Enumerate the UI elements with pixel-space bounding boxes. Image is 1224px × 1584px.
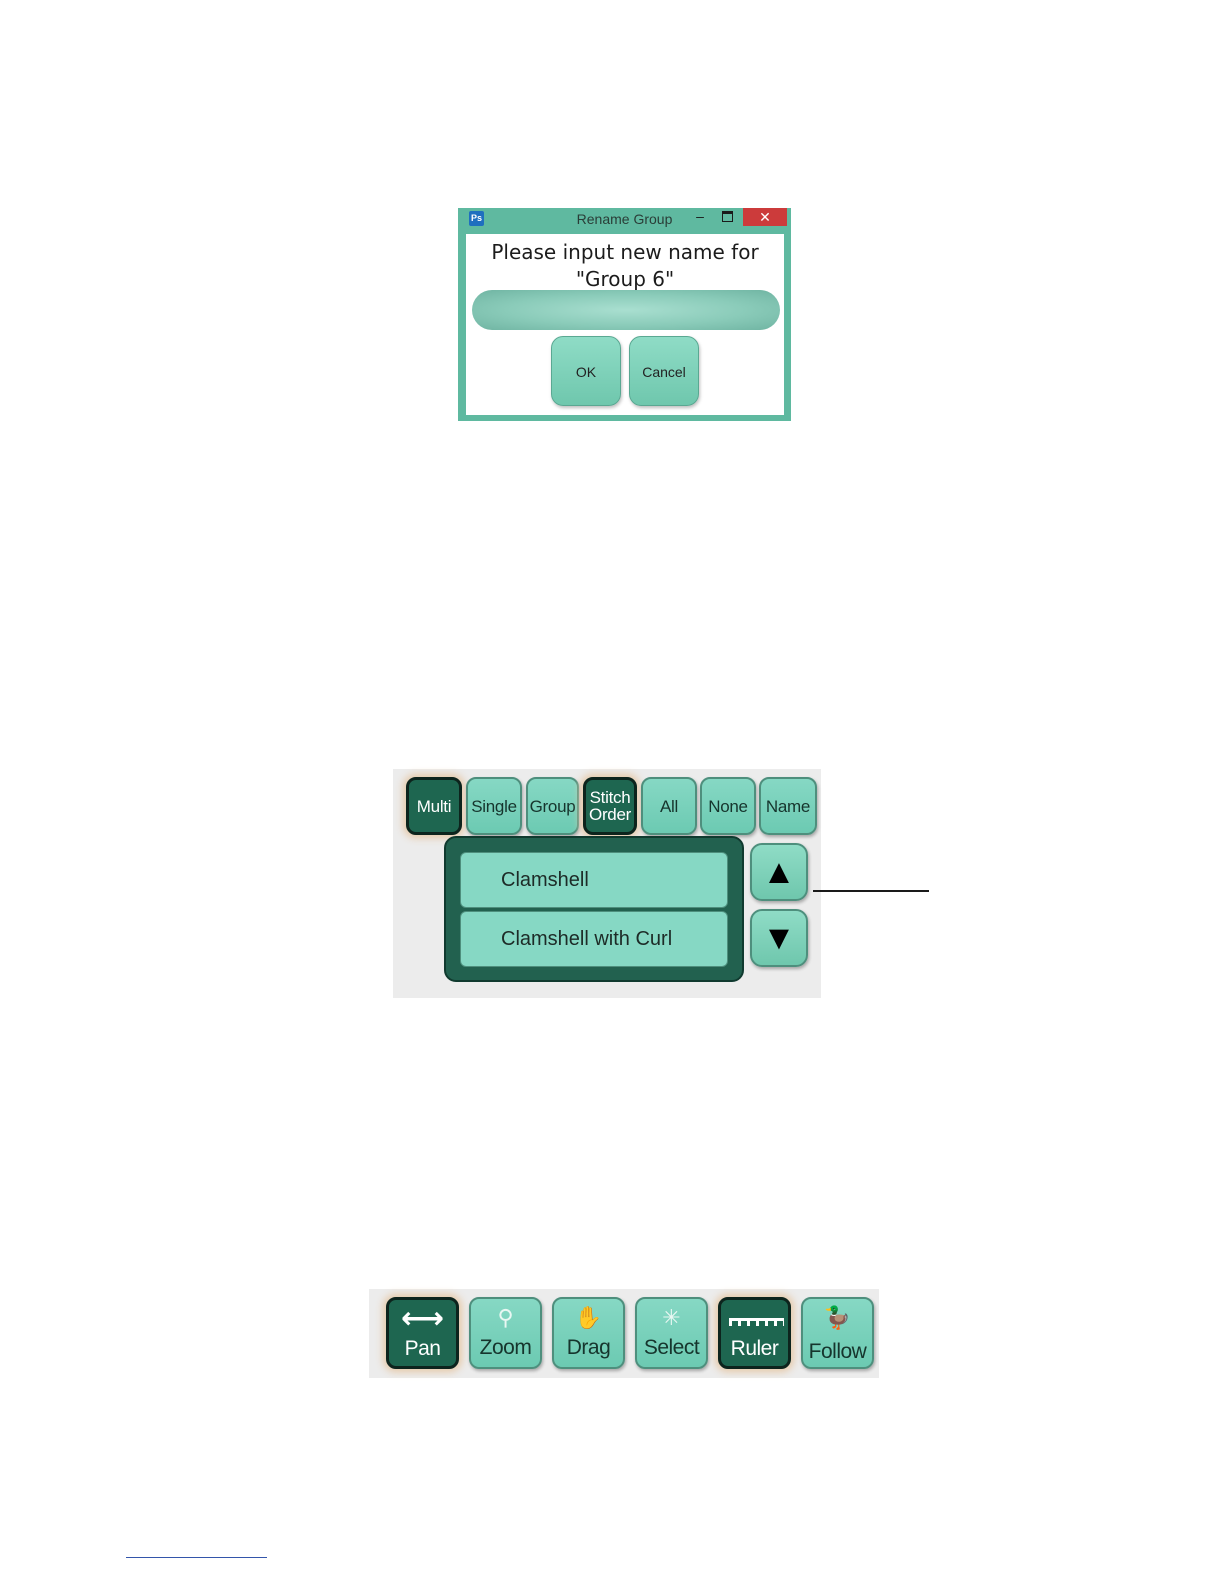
ruler-button[interactable]: Ruler [718, 1297, 791, 1369]
multi-label: Multi [416, 796, 452, 816]
multi-button[interactable]: Multi [406, 777, 462, 835]
drag-label: Drag [566, 1336, 611, 1359]
pan-button[interactable]: ⟷ Pan [386, 1297, 459, 1369]
minimize-icon[interactable]: – [694, 209, 706, 225]
name-label: Name [765, 796, 811, 816]
close-icon[interactable]: ✕ [743, 208, 787, 226]
drag-button[interactable]: ✋ Drag [552, 1297, 625, 1369]
follow-button[interactable]: 🦆 Follow [801, 1297, 874, 1369]
group-label: Group [529, 796, 576, 816]
dialog-titlebar[interactable]: Ps Rename Group – ✕ [458, 208, 791, 230]
footnote-separator [126, 1557, 267, 1558]
single-button[interactable]: Single [466, 777, 522, 835]
drag-hand-icon: ✋ [574, 1305, 603, 1330]
pan-label: Pan [404, 1337, 441, 1360]
all-label: All [660, 796, 678, 816]
stitch-order-label: Stitch Order [589, 788, 631, 824]
ok-button[interactable]: OK [551, 336, 621, 406]
name-button[interactable]: Name [759, 777, 817, 835]
triangle-up-icon: ▲ [762, 853, 796, 891]
prompt-line-1: Please input new name for [491, 240, 759, 264]
callout-line [813, 890, 929, 892]
cancel-button[interactable]: Cancel [629, 336, 699, 406]
magnifier-icon: ⚲ [497, 1305, 514, 1330]
dialog-prompt: Please input new name for "Group 6" [466, 239, 784, 293]
double-arrow-icon: ⟷ [400, 1302, 444, 1335]
stitch-list: Clamshell Clamshell with Curl [444, 836, 744, 982]
selection-panel: Multi Single Group Stitch Order All None… [393, 769, 821, 998]
dialog-body: Please input new name for "Group 6" OK C… [466, 234, 784, 415]
single-label: Single [471, 796, 517, 816]
group-name-input[interactable] [472, 290, 780, 330]
rename-group-dialog: Ps Rename Group – ✕ Please input new nam… [458, 208, 791, 421]
triangle-down-icon: ▼ [762, 919, 796, 957]
list-item[interactable]: Clamshell with Curl [460, 911, 728, 967]
prompt-line-2: "Group 6" [575, 267, 675, 291]
select-label: Select [643, 1336, 700, 1359]
zoom-button[interactable]: ⚲ Zoom [469, 1297, 542, 1369]
scroll-down-button[interactable]: ▼ [750, 909, 808, 967]
none-label: None [708, 796, 748, 816]
none-button[interactable]: None [700, 777, 756, 835]
sparkle-icon: ✳ [662, 1305, 681, 1330]
navigation-toolbar: ⟷ Pan ⚲ Zoom ✋ Drag ✳ Select Ruler 🦆 Fol… [369, 1289, 879, 1378]
zoom-label: Zoom [479, 1336, 532, 1359]
all-button[interactable]: All [641, 777, 697, 835]
scroll-up-button[interactable]: ▲ [750, 843, 808, 901]
select-button[interactable]: ✳ Select [635, 1297, 708, 1369]
follow-label: Follow [808, 1340, 867, 1363]
list-item[interactable]: Clamshell [460, 852, 728, 908]
ruler-icon [729, 1318, 784, 1326]
dialog-title: Rename Group [576, 211, 673, 227]
stitch-order-button[interactable]: Stitch Order [583, 777, 637, 835]
ruler-label: Ruler [730, 1337, 779, 1360]
group-button[interactable]: Group [526, 777, 579, 835]
maximize-icon[interactable] [722, 211, 733, 222]
ducks-icon: 🦆 [823, 1305, 852, 1330]
